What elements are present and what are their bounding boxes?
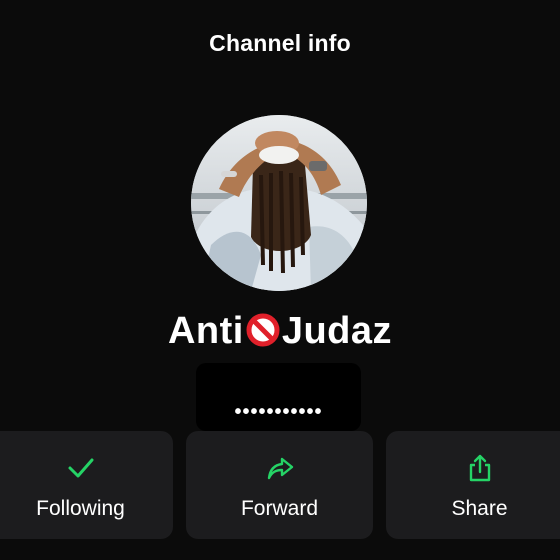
forward-button[interactable]: Forward [186, 431, 373, 539]
channel-name-part1: Anti [167, 310, 244, 352]
action-bar: Following Forward Share [0, 431, 560, 540]
checkmark-icon [66, 453, 96, 483]
channel-avatar[interactable] [191, 115, 367, 291]
channel-name-part2: Judaz [281, 310, 393, 352]
channel-handle: ••••••••••• [234, 401, 323, 423]
share-button[interactable]: Share [386, 431, 560, 539]
page-title: Channel info [209, 30, 351, 56]
following-button[interactable]: Following [0, 431, 173, 539]
forward-arrow-icon [265, 453, 295, 483]
avatar-photo [191, 115, 367, 291]
following-label: Following [36, 497, 125, 520]
forward-label: Forward [240, 497, 319, 520]
channel-handle-box: ••••••••••• [196, 363, 361, 431]
share-icon [465, 453, 495, 483]
channel-name: Anti Judaz [0, 310, 560, 357]
no-entry-sign-icon [246, 313, 280, 357]
share-label: Share [451, 497, 508, 520]
